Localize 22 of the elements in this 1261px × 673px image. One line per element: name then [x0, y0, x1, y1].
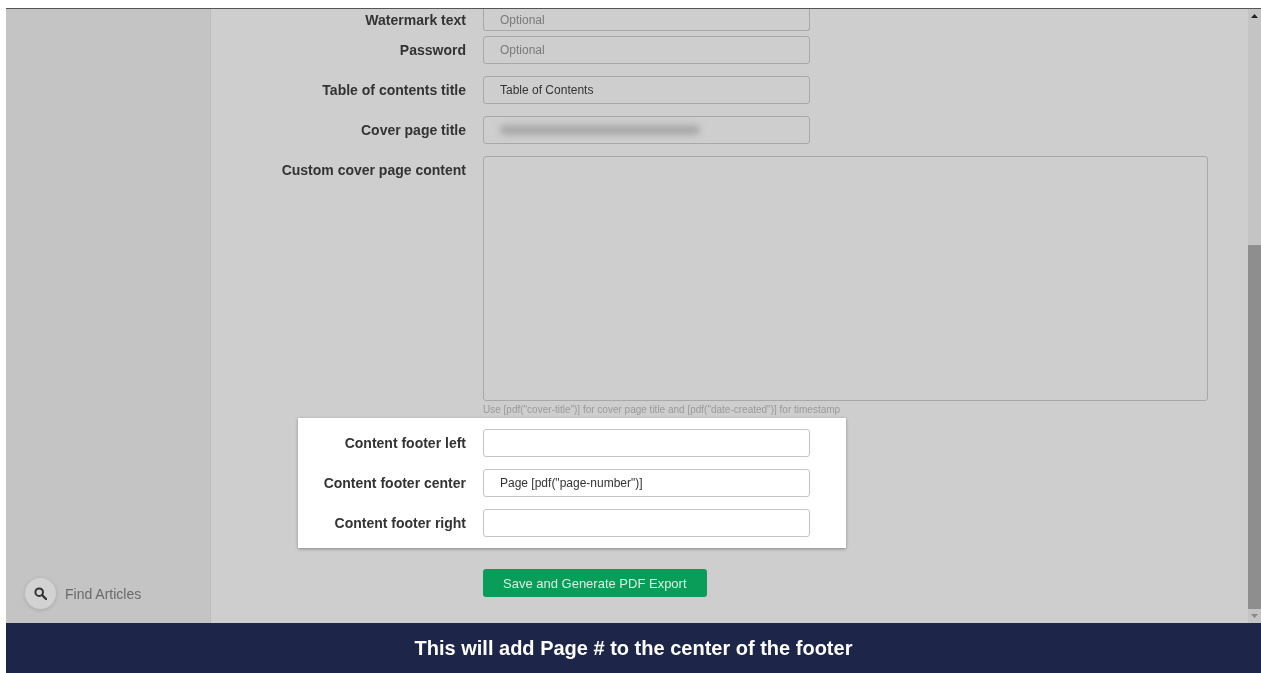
- scrollbar[interactable]: [1248, 9, 1261, 623]
- caption-text: This will add Page # to the center of the footer: [6, 623, 1261, 673]
- field-label: Custom cover page content: [280, 161, 466, 178]
- text-field[interactable]: [483, 509, 810, 537]
- field-label: Watermark text: [364, 12, 466, 28]
- text-field[interactable]: Optional: [483, 9, 810, 31]
- scroll-down-icon[interactable]: [1251, 614, 1258, 618]
- field-label: Content footer right: [333, 515, 466, 531]
- search-icon: [34, 587, 47, 600]
- text-field[interactable]: Optional: [483, 36, 810, 64]
- field-label: Password: [398, 42, 466, 58]
- text-field[interactable]: Table of Contents: [483, 76, 810, 104]
- text-field[interactable]: [483, 429, 810, 457]
- text-field[interactable]: Page [pdf("page-number")]: [483, 469, 810, 497]
- field-label: Table of contents title: [321, 82, 466, 98]
- search-button[interactable]: [25, 578, 56, 609]
- field-label: Content footer left: [343, 435, 466, 451]
- field-label: Cover page title: [359, 122, 466, 138]
- text-field[interactable]: [483, 116, 810, 144]
- scroll-up-icon[interactable]: [1251, 14, 1258, 18]
- field-label: Content footer center: [322, 475, 466, 491]
- text-area[interactable]: [483, 156, 1208, 401]
